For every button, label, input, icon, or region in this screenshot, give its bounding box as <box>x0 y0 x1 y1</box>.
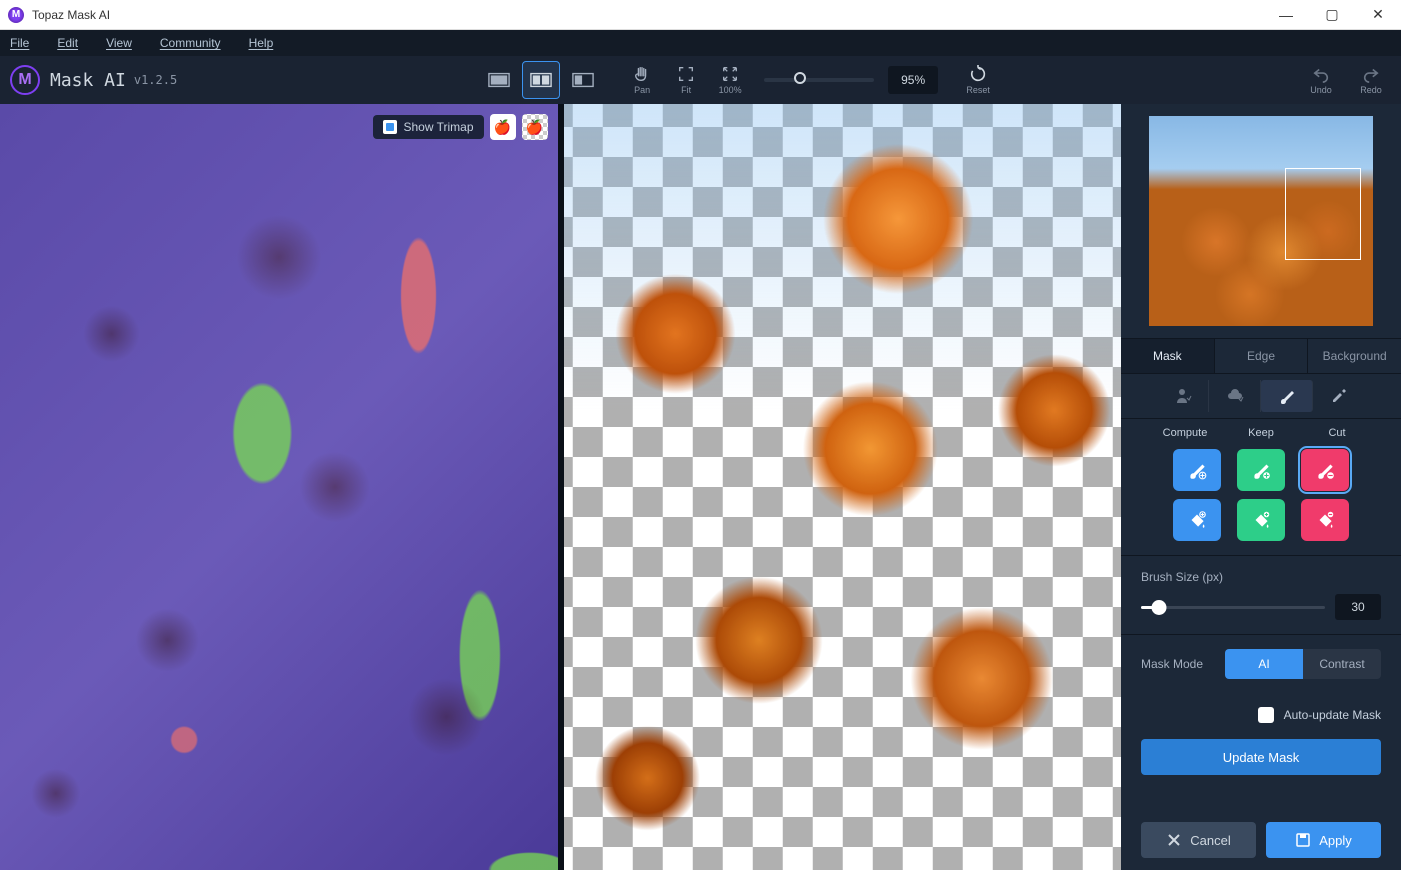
menu-community[interactable]: Community <box>160 36 221 50</box>
compute-brush-button[interactable] <box>1173 449 1221 491</box>
view-single-button[interactable] <box>480 61 518 99</box>
side-panel: Mask Edge Background Compute Keep Cut Br <box>1121 104 1401 870</box>
trimap-original-button[interactable]: 🍎 <box>490 114 516 140</box>
label-compute: Compute <box>1147 427 1223 439</box>
brush-size-value[interactable]: 30 <box>1335 594 1381 620</box>
auto-cloud-tool[interactable] <box>1209 380 1261 412</box>
brush-size-section: Brush Size (px) 30 <box>1121 555 1401 634</box>
trimap-transparent-button[interactable]: 🍎 <box>522 114 548 140</box>
app-icon: M <box>8 7 24 23</box>
tab-background[interactable]: Background <box>1308 339 1401 373</box>
app-name: Mask AI <box>50 70 126 91</box>
window-title: Topaz Mask AI <box>32 8 110 22</box>
update-mask-button[interactable]: Update Mask <box>1141 739 1381 775</box>
compute-fill-button[interactable] <box>1173 499 1221 541</box>
titlebar: M Topaz Mask AI — ▢ ✕ <box>0 0 1401 30</box>
menu-edit[interactable]: Edit <box>57 36 78 50</box>
maximize-button[interactable]: ▢ <box>1309 0 1355 30</box>
result-pane[interactable] <box>564 104 1122 870</box>
minimize-button[interactable]: — <box>1263 0 1309 30</box>
brush-size-slider[interactable] <box>1141 606 1325 609</box>
show-trimap-toggle[interactable]: Show Trimap <box>373 115 483 139</box>
keep-fill-button[interactable] <box>1237 499 1285 541</box>
reset-button[interactable]: Reset <box>958 59 998 101</box>
brush-tool[interactable] <box>1261 380 1313 412</box>
tab-mask[interactable]: Mask <box>1121 339 1215 373</box>
hundred-button[interactable]: 100% <box>710 59 750 101</box>
mask-mode-section: Mask Mode AI Contrast <box>1121 634 1401 693</box>
pan-button[interactable]: Pan <box>622 59 662 101</box>
view-side-button[interactable] <box>564 61 602 99</box>
eyedropper-tool[interactable] <box>1313 380 1365 412</box>
app-version: v1.2.5 <box>134 73 177 87</box>
trimap-pane[interactable]: Show Trimap 🍎 🍎 <box>0 104 558 870</box>
zoom-slider[interactable] <box>764 78 874 82</box>
zoom-handle[interactable] <box>794 72 806 84</box>
close-button[interactable]: ✕ <box>1355 0 1401 30</box>
mode-contrast-button[interactable]: Contrast <box>1303 649 1381 679</box>
label-keep: Keep <box>1223 427 1299 439</box>
fit-button[interactable]: Fit <box>666 59 706 101</box>
slider-handle[interactable] <box>1152 600 1167 615</box>
menu-file[interactable]: File <box>10 36 29 50</box>
checkbox-icon[interactable] <box>383 120 397 134</box>
navigator-viewport[interactable] <box>1285 168 1361 260</box>
auto-update-label: Auto-update Mask <box>1284 708 1381 722</box>
navigator-thumbnail[interactable] <box>1149 116 1373 326</box>
undo-button[interactable]: Undo <box>1301 59 1341 101</box>
footer: Cancel Apply <box>1121 810 1401 870</box>
auto-update-checkbox[interactable] <box>1258 707 1274 723</box>
brush-size-label: Brush Size (px) <box>1141 570 1381 584</box>
panel-tabs: Mask Edge Background <box>1121 338 1401 374</box>
canvas-area[interactable]: Show Trimap 🍎 🍎 <box>0 104 1121 870</box>
menubar: File Edit View Community Help <box>0 30 1401 56</box>
auto-update-row: Auto-update Mask <box>1121 693 1401 729</box>
main: Show Trimap 🍎 🍎 Mask Edge Background Com… <box>0 104 1401 870</box>
header: M Mask AI v1.2.5 Pan Fit 100% 95% Reset … <box>0 56 1401 104</box>
cancel-button[interactable]: Cancel <box>1141 822 1256 858</box>
apply-button[interactable]: Apply <box>1266 822 1381 858</box>
close-icon <box>1166 832 1182 848</box>
save-icon <box>1295 832 1311 848</box>
label-cut: Cut <box>1299 427 1375 439</box>
redo-button[interactable]: Redo <box>1351 59 1391 101</box>
auto-person-tool[interactable] <box>1157 380 1209 412</box>
tool-row <box>1121 374 1401 419</box>
column-labels: Compute Keep Cut <box>1121 419 1401 445</box>
menu-view[interactable]: View <box>106 36 132 50</box>
tab-edge[interactable]: Edge <box>1215 339 1309 373</box>
logo-icon: M <box>10 65 40 95</box>
keep-brush-button[interactable] <box>1237 449 1285 491</box>
menu-help[interactable]: Help <box>249 36 274 50</box>
view-split-button[interactable] <box>522 61 560 99</box>
mask-mode-label: Mask Mode <box>1141 657 1203 671</box>
zoom-value: 95% <box>888 66 938 94</box>
cut-fill-button[interactable] <box>1301 499 1349 541</box>
cut-brush-button[interactable] <box>1301 449 1349 491</box>
mode-ai-button[interactable]: AI <box>1225 649 1303 679</box>
show-trimap-label: Show Trimap <box>403 120 473 134</box>
